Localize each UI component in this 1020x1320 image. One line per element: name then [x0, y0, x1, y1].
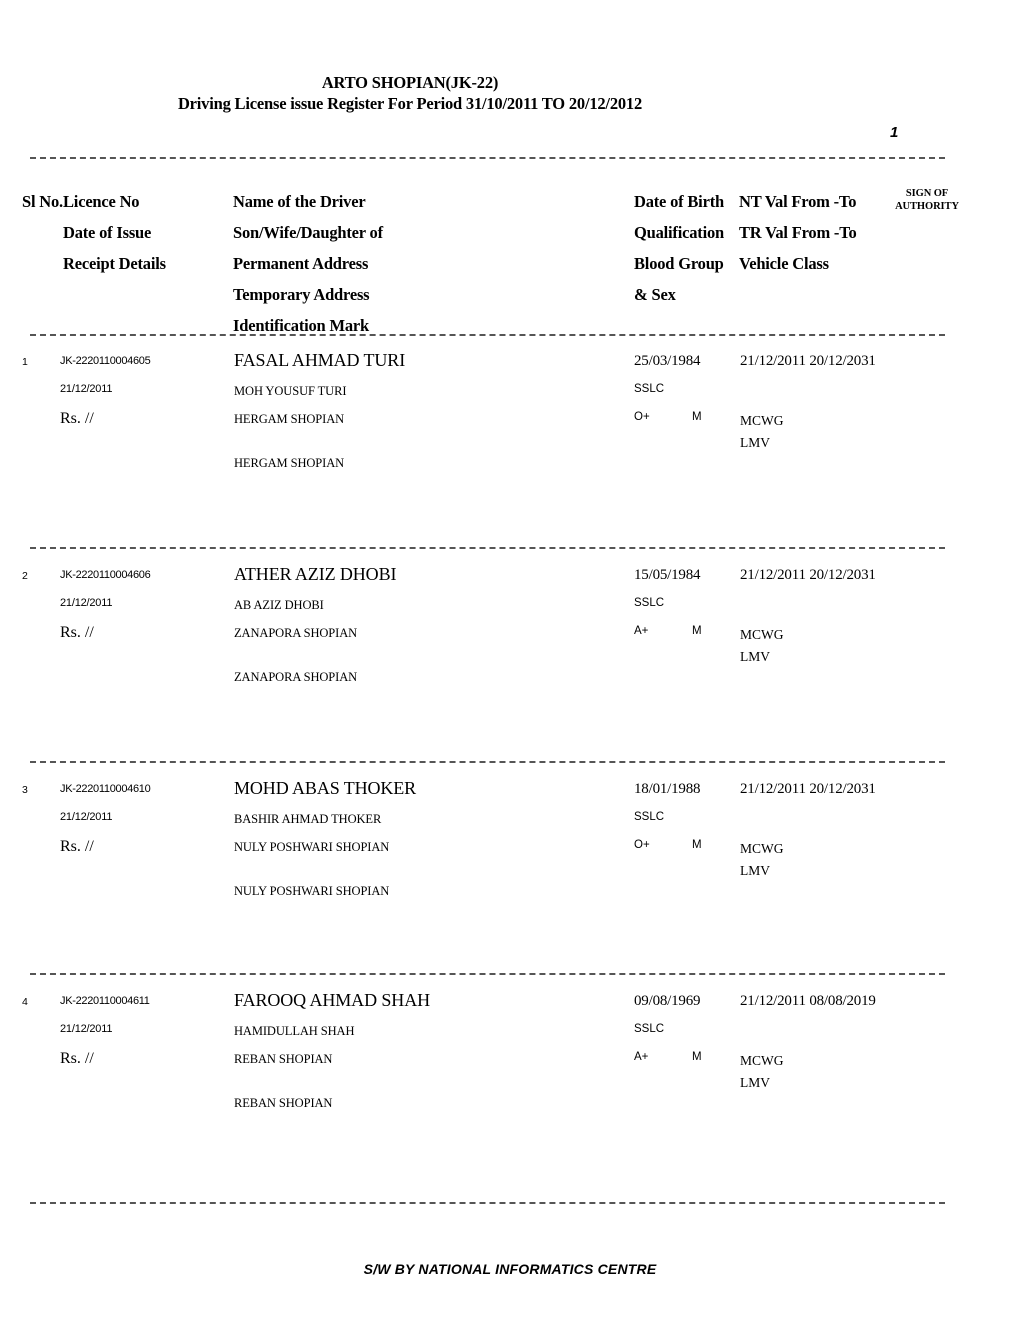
- row-qualification: SSLC: [634, 597, 665, 609]
- header-tr-validity: TR Val From -To: [739, 223, 857, 242]
- row-sex: M: [692, 1051, 702, 1063]
- header-vehicle-class: Vehicle Class: [739, 254, 829, 273]
- row-date-of-issue: 21/12/2011: [60, 1023, 113, 1035]
- row-vehicle-class-item: MCWG: [740, 841, 784, 856]
- header-blood-group: Blood Group: [634, 254, 724, 273]
- row-licence-no: JK-2220110004610: [60, 783, 151, 795]
- row-qualification: SSLC: [634, 383, 665, 395]
- row-qualification: SSLC: [634, 1023, 665, 1035]
- header-permanent-address: Permanent Address: [233, 254, 369, 273]
- row-licence-no: JK-2220110004606: [60, 569, 151, 581]
- row-vehicle-class-item: MCWG: [740, 413, 784, 428]
- row-vehicle-class: MCWG LMV: [740, 838, 784, 882]
- header-temporary-address: Temporary Address: [233, 285, 370, 304]
- row-date-of-birth: 25/03/1984: [634, 353, 701, 369]
- page-subtitle: Driving License issue Register For Perio…: [177, 94, 643, 113]
- row-date-of-birth: 09/08/1969: [634, 993, 701, 1009]
- footer-credit: S/W BY NATIONAL INFORMATICS CENTRE: [363, 1261, 657, 1277]
- row-receipt-details: Rs. //: [60, 838, 94, 855]
- row-driver-name: FASAL AHMAD TURI: [234, 350, 406, 370]
- row-receipt-details: Rs. //: [60, 1050, 94, 1067]
- page-title: ARTO SHOPIAN(JK-22): [321, 73, 499, 92]
- header-qualification: Qualification: [634, 223, 724, 242]
- row-vehicle-class-item: MCWG: [740, 1053, 784, 1068]
- document-header: ARTO SHOPIAN(JK-22) Driving License issu…: [0, 72, 820, 114]
- row-driver-name: ATHER AZIZ DHOBI: [234, 564, 397, 584]
- row-temporary-address: REBAN SHOPIAN: [234, 1096, 333, 1110]
- header-sex: & Sex: [634, 285, 676, 304]
- separator-rule-top: [30, 157, 945, 159]
- row-vehicle-class: MCWG LMV: [740, 410, 784, 454]
- separator-rule-row: [30, 973, 945, 975]
- row-blood-group: A+: [634, 1051, 649, 1063]
- row-nt-validity: 21/12/2011 20/12/2031: [740, 567, 876, 583]
- table-row: 3 JK-2220110004610 21/12/2011 Rs. // MOH…: [0, 778, 1020, 960]
- row-relation: MOH YOUSUF TURI: [234, 384, 347, 398]
- row-vehicle-class-item: LMV: [740, 1075, 770, 1090]
- row-vehicle-class-item: LMV: [740, 435, 770, 450]
- row-date-of-issue: 21/12/2011: [60, 597, 113, 609]
- header-name-of-driver: Name of the Driver: [233, 192, 366, 211]
- header-receipt-details: Receipt Details: [63, 254, 166, 273]
- row-relation: BASHIR AHMAD THOKER: [234, 812, 382, 826]
- row-sl-no: 3: [22, 784, 28, 796]
- row-sl-no: 4: [22, 996, 28, 1008]
- table-row: 1 JK-2220110004605 21/12/2011 Rs. // FAS…: [0, 350, 1020, 532]
- header-date-of-issue: Date of Issue: [63, 223, 152, 242]
- row-temporary-address: ZANAPORA SHOPIAN: [234, 670, 358, 684]
- row-blood-group: A+: [634, 625, 649, 637]
- header-sl-no: Sl No.: [22, 192, 63, 211]
- sign-of-authority-line1: SIGN OF: [905, 188, 949, 199]
- row-vehicle-class: MCWG LMV: [740, 624, 784, 668]
- row-temporary-address: NULY POSHWARI SHOPIAN: [234, 884, 390, 898]
- separator-rule-row: [30, 547, 945, 549]
- row-driver-name: FAROOQ AHMAD SHAH: [234, 990, 430, 1010]
- table-row: 4 JK-2220110004611 21/12/2011 Rs. // FAR…: [0, 990, 1020, 1172]
- row-nt-validity: 21/12/2011 20/12/2031: [740, 781, 876, 797]
- row-sl-no: 1: [22, 356, 28, 368]
- row-licence-no: JK-2220110004611: [60, 995, 150, 1007]
- header-licence-no: Licence No: [63, 192, 140, 211]
- row-blood-group: O+: [634, 839, 650, 851]
- row-date-of-birth: 15/05/1984: [634, 567, 701, 583]
- table-row: 2 JK-2220110004606 21/12/2011 Rs. // ATH…: [0, 564, 1020, 746]
- row-vehicle-class-item: LMV: [740, 649, 770, 664]
- page-number: 1: [890, 124, 899, 141]
- header-relation: Son/Wife/Daughter of: [233, 223, 383, 242]
- row-relation: AB AZIZ DHOBI: [234, 598, 324, 612]
- row-date-of-birth: 18/01/1988: [634, 781, 701, 797]
- header-identification-mark: Identification Mark: [233, 316, 369, 335]
- row-vehicle-class: MCWG LMV: [740, 1050, 784, 1094]
- row-permanent-address: NULY POSHWARI SHOPIAN: [234, 840, 390, 854]
- row-date-of-issue: 21/12/2011: [60, 383, 113, 395]
- row-sex: M: [692, 411, 702, 423]
- row-sex: M: [692, 839, 702, 851]
- row-vehicle-class-item: MCWG: [740, 627, 784, 642]
- row-temporary-address: HERGAM SHOPIAN: [234, 456, 345, 470]
- separator-rule-row: [30, 761, 945, 763]
- header-sign-of-authority: SIGN OF AUTHORITY: [873, 187, 981, 213]
- header-date-of-birth: Date of Birth: [634, 192, 724, 211]
- separator-rule-headers: [30, 334, 945, 336]
- row-receipt-details: Rs. //: [60, 410, 94, 427]
- header-nt-validity: NT Val From -To: [739, 192, 857, 211]
- row-date-of-issue: 21/12/2011: [60, 811, 113, 823]
- row-nt-validity: 21/12/2011 08/08/2019: [740, 993, 876, 1009]
- row-receipt-details: Rs. //: [60, 624, 94, 641]
- row-sl-no: 2: [22, 570, 28, 582]
- row-relation: HAMIDULLAH SHAH: [234, 1024, 355, 1038]
- row-permanent-address: HERGAM SHOPIAN: [234, 412, 345, 426]
- table-column-headers: Sl No. Licence No Date of Issue Receipt …: [0, 186, 1020, 335]
- row-blood-group: O+: [634, 411, 650, 423]
- row-permanent-address: REBAN SHOPIAN: [234, 1052, 333, 1066]
- row-driver-name: MOHD ABAS THOKER: [234, 778, 417, 798]
- row-licence-no: JK-2220110004605: [60, 355, 151, 367]
- row-nt-validity: 21/12/2011 20/12/2031: [740, 353, 876, 369]
- separator-rule-bottom: [30, 1202, 945, 1204]
- row-sex: M: [692, 625, 702, 637]
- row-vehicle-class-item: LMV: [740, 863, 770, 878]
- row-permanent-address: ZANAPORA SHOPIAN: [234, 626, 358, 640]
- row-qualification: SSLC: [634, 811, 665, 823]
- sign-of-authority-line2: AUTHORITY: [895, 201, 959, 212]
